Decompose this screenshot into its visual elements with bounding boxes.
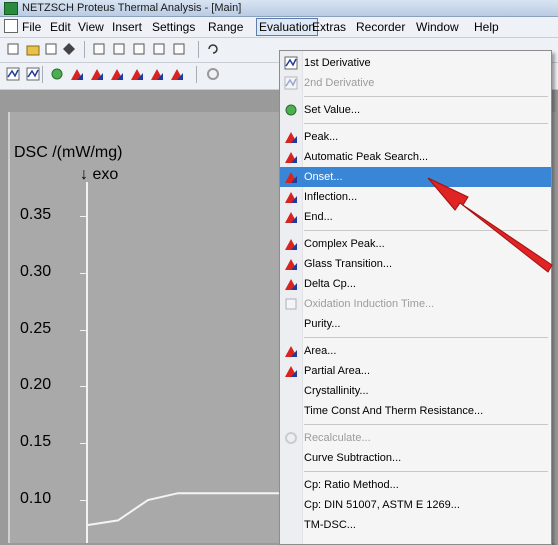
annotation-arrow-icon (427, 177, 553, 273)
